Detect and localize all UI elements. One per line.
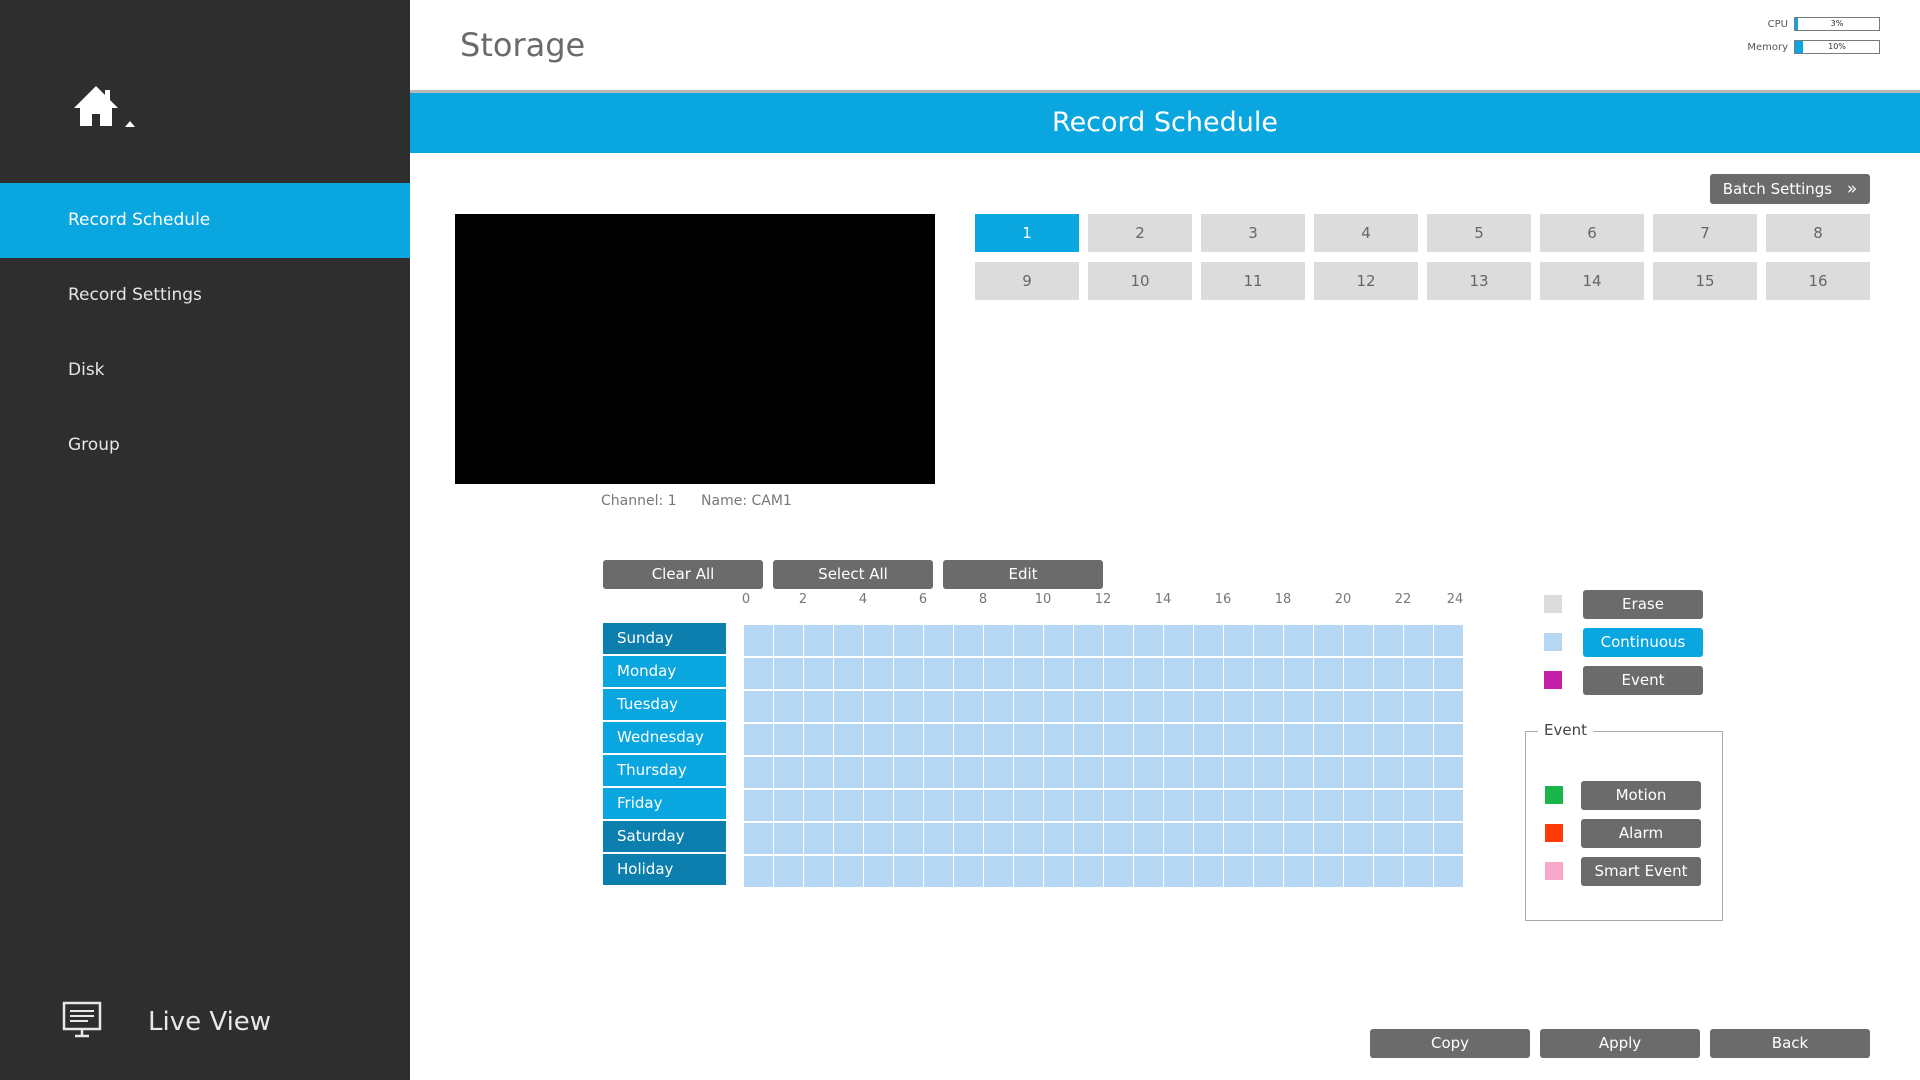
hour-label: 20 (1334, 592, 1352, 607)
cpu-label: CPU (1767, 18, 1788, 30)
edit-button[interactable]: Edit (943, 560, 1103, 589)
memory-meter: Memory 10% (1728, 40, 1880, 54)
sidebar-item-record-schedule[interactable]: Record Schedule (0, 183, 410, 258)
continuous-button[interactable]: Continuous (1583, 628, 1703, 657)
memory-bar: 10% (1794, 40, 1880, 54)
double-chevron-right-icon: » (1846, 179, 1858, 199)
copy-button[interactable]: Copy (1370, 1029, 1530, 1058)
channel-button[interactable]: 16 (1766, 262, 1870, 300)
alarm-button[interactable]: Alarm (1581, 819, 1701, 848)
hour-label: 16 (1214, 592, 1232, 607)
hour-label: 2 (798, 592, 808, 607)
memory-value: 10% (1828, 42, 1846, 51)
section-title: Record Schedule (410, 93, 1920, 153)
day-label-wednesday[interactable]: Wednesday (603, 722, 726, 753)
cpu-value: 3% (1830, 19, 1844, 28)
channel-button[interactable]: 13 (1427, 262, 1531, 300)
sidebar-item-group[interactable]: Group (0, 408, 410, 483)
apply-button[interactable]: Apply (1540, 1029, 1700, 1058)
channel-button[interactable]: 3 (1201, 214, 1305, 252)
video-preview (455, 214, 935, 484)
channel-button[interactable]: 1 (975, 214, 1079, 252)
monitor-icon (62, 1001, 102, 1043)
day-label-sunday[interactable]: Sunday (603, 623, 726, 654)
channel-button[interactable]: 9 (975, 262, 1079, 300)
day-label-holiday[interactable]: Holiday (603, 854, 726, 885)
schedule-grid[interactable] (743, 623, 1463, 887)
channel-button[interactable]: 5 (1427, 214, 1531, 252)
page-title: Storage (460, 26, 586, 64)
day-label-tuesday[interactable]: Tuesday (603, 689, 726, 720)
channel-number-label: Channel: 1 (601, 493, 677, 509)
channel-button[interactable]: 7 (1653, 214, 1757, 252)
cpu-meter: CPU 3% (1728, 17, 1880, 31)
channel-button[interactable]: 6 (1540, 214, 1644, 252)
channel-name-label: Name: CAM1 (701, 493, 792, 509)
smart-event-button[interactable]: Smart Event (1581, 857, 1701, 886)
continuous-swatch (1544, 633, 1562, 651)
hour-label: 14 (1154, 592, 1172, 607)
hour-label: 4 (858, 592, 868, 607)
channel-button[interactable]: 11 (1201, 262, 1305, 300)
day-label-friday[interactable]: Friday (603, 788, 726, 819)
channel-button[interactable]: 4 (1314, 214, 1418, 252)
hour-label: 22 (1394, 592, 1412, 607)
home-icon[interactable] (72, 84, 142, 134)
hour-label: 18 (1274, 592, 1292, 607)
select-all-button[interactable]: Select All (773, 560, 933, 589)
sidebar: Record Schedule Record Settings Disk Gro… (0, 0, 410, 1080)
day-label-thursday[interactable]: Thursday (603, 755, 726, 786)
hour-label: 6 (918, 592, 928, 607)
hour-label: 10 (1034, 592, 1052, 607)
batch-settings-button[interactable]: Batch Settings » (1710, 174, 1870, 204)
channel-button[interactable]: 15 (1653, 262, 1757, 300)
channel-selector: 1 2 3 4 5 6 7 8 9 10 11 12 13 14 15 16 (975, 214, 1870, 300)
day-label-monday[interactable]: Monday (603, 656, 726, 687)
event-group-title: Event (1538, 721, 1593, 739)
sidebar-item-record-settings[interactable]: Record Settings (0, 258, 410, 333)
alarm-swatch (1545, 824, 1563, 842)
hour-axis: 0 2 4 6 8 10 12 14 16 18 20 22 24 (741, 592, 1464, 612)
channel-button[interactable]: 14 (1540, 262, 1644, 300)
hour-label: 0 (741, 592, 751, 607)
day-label-saturday[interactable]: Saturday (603, 821, 726, 852)
batch-settings-label: Batch Settings (1722, 180, 1833, 198)
back-button[interactable]: Back (1710, 1029, 1870, 1058)
erase-swatch (1544, 595, 1562, 613)
channel-button[interactable]: 10 (1088, 262, 1192, 300)
memory-label: Memory (1747, 41, 1788, 53)
hour-label: 8 (978, 592, 988, 607)
motion-button[interactable]: Motion (1581, 781, 1701, 810)
live-view-label: Live View (148, 1007, 272, 1037)
event-button[interactable]: Event (1583, 666, 1703, 695)
cpu-bar: 3% (1794, 17, 1880, 31)
motion-swatch (1545, 786, 1563, 804)
live-view-button[interactable]: Live View (62, 1000, 271, 1044)
sidebar-item-disk[interactable]: Disk (0, 333, 410, 408)
event-swatch (1544, 671, 1562, 689)
channel-info: Channel: 1 Name: CAM1 (601, 493, 792, 509)
channel-button[interactable]: 12 (1314, 262, 1418, 300)
smart-event-swatch (1545, 862, 1563, 880)
channel-button[interactable]: 8 (1766, 214, 1870, 252)
header: Storage CPU 3% Memory 10% (410, 0, 1920, 93)
clear-all-button[interactable]: Clear All (603, 560, 763, 589)
hour-label: 24 (1446, 592, 1464, 607)
erase-button[interactable]: Erase (1583, 590, 1703, 619)
channel-button[interactable]: 2 (1088, 214, 1192, 252)
hour-label: 12 (1094, 592, 1112, 607)
